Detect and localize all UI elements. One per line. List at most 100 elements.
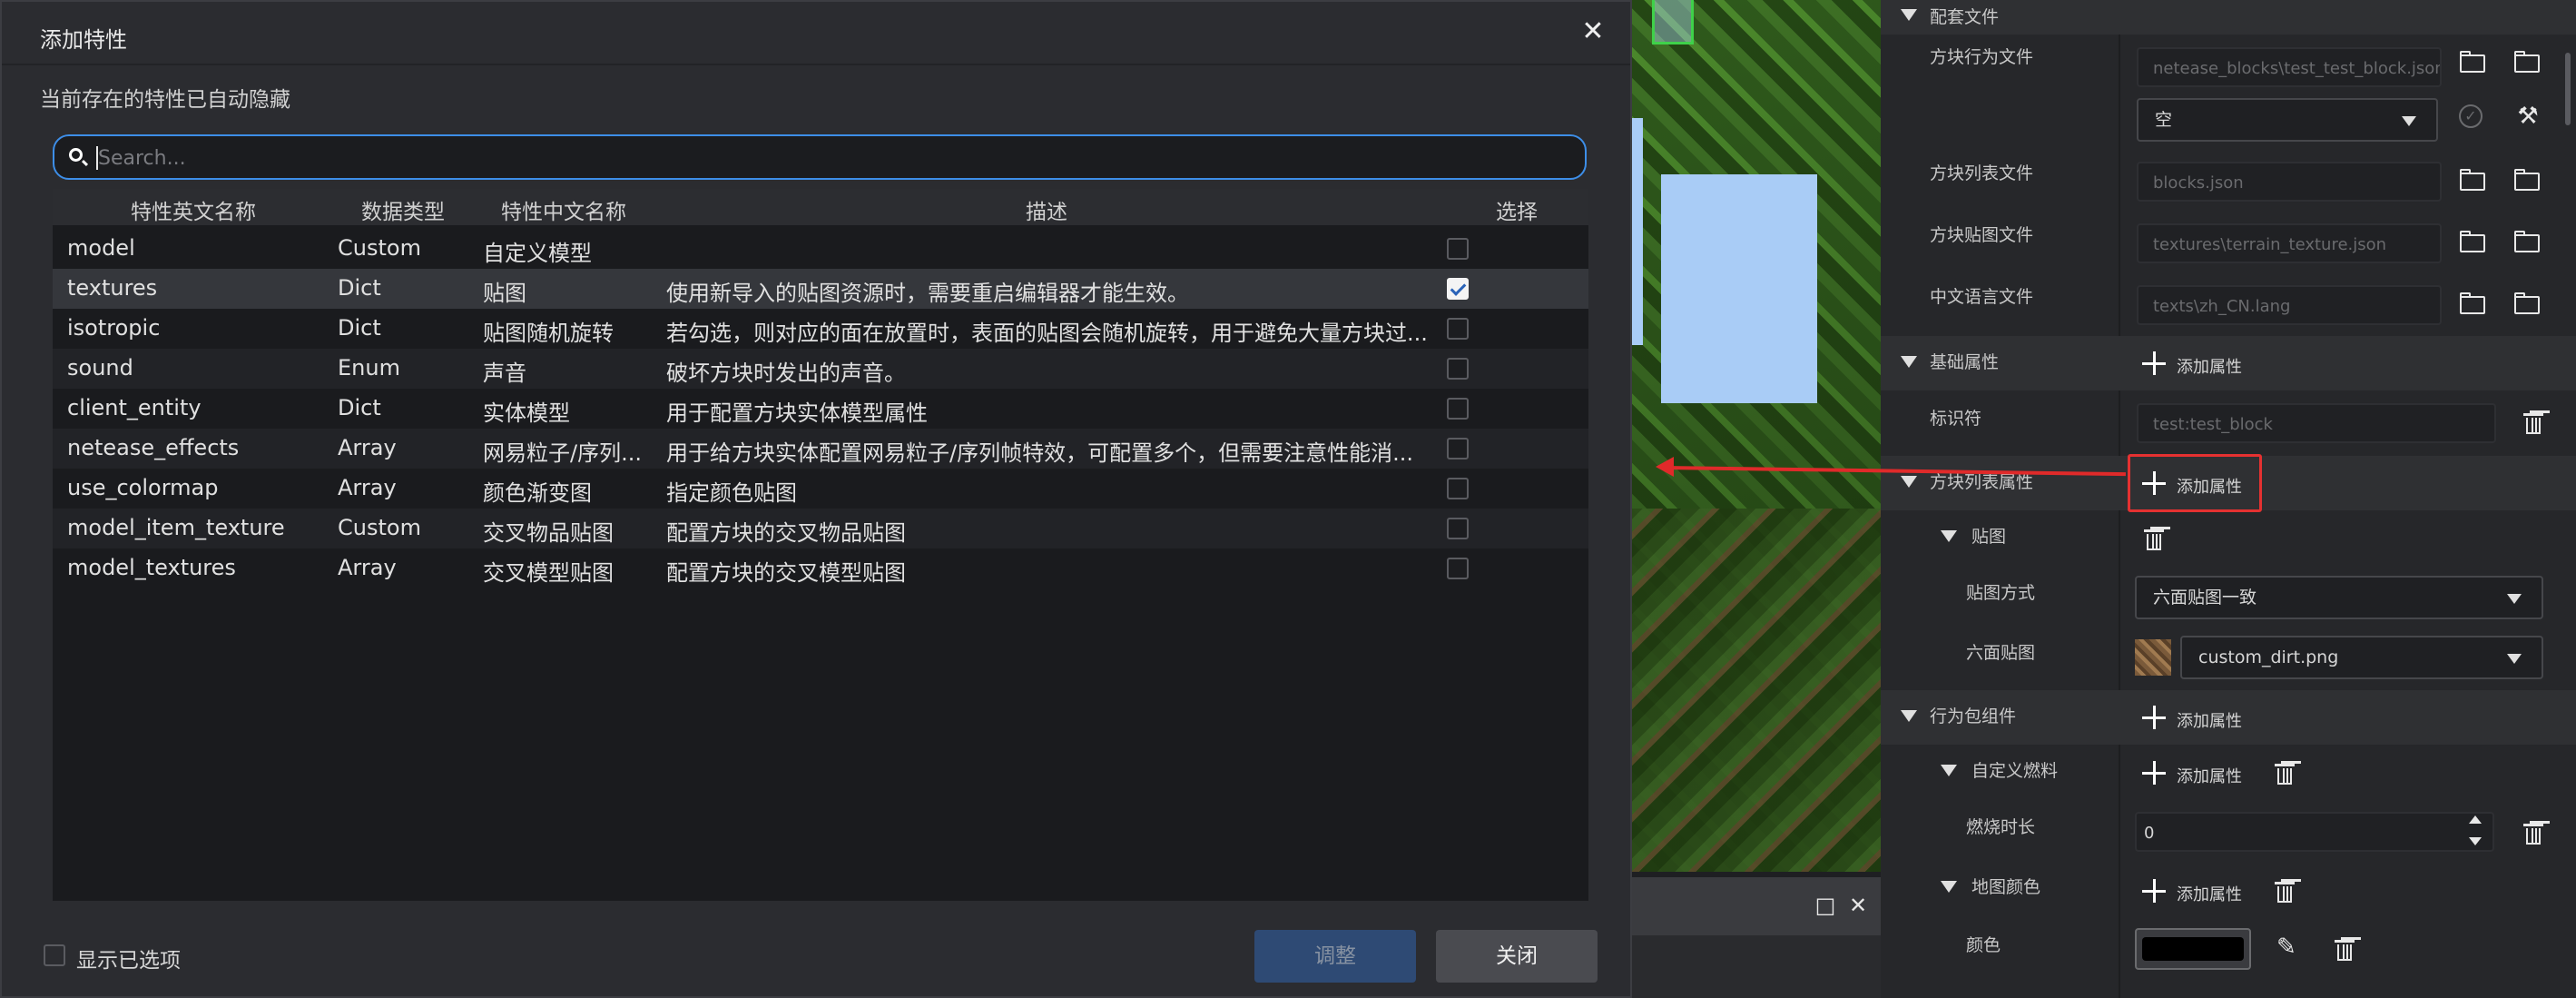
folder-icon[interactable] (2460, 169, 2489, 193)
select-checkbox[interactable] (1447, 358, 1469, 380)
eyedropper-icon[interactable]: ✎ (2276, 934, 2296, 961)
close-button[interactable]: 关闭 (1436, 930, 1598, 983)
blocks-file-field[interactable]: blocks.json (2137, 162, 2442, 202)
section-behavior[interactable]: 行为包组件 添加属性 (1881, 690, 2576, 745)
behavior-select[interactable]: 空 (2137, 98, 2438, 142)
trait-cn-name: 交叉模型贴图 (483, 560, 614, 586)
trait-desc: 若勾选，则对应的面在放置时，表面的贴图会随机旋转，用于避免大量方块过... (666, 321, 1428, 346)
trait-type: Custom (338, 515, 421, 540)
select-checkbox[interactable] (1447, 558, 1469, 579)
trait-type: Array (338, 555, 397, 580)
close-icon[interactable]: ✕ (1578, 16, 1608, 47)
select-checkbox[interactable] (1447, 478, 1469, 499)
dialog-hint: 当前存在的特性已自动隐藏 (40, 88, 290, 112)
color-swatch (2142, 937, 2244, 961)
column-header: 特性英文名称 (131, 201, 256, 224)
folder-icon[interactable] (2460, 51, 2489, 74)
spin-down-icon[interactable] (2469, 837, 2482, 845)
annotation-arrowhead (1656, 457, 1674, 477)
expand-triangle-icon[interactable] (1941, 881, 1957, 893)
select-checkbox[interactable] (1447, 238, 1469, 260)
select-checkbox[interactable] (1447, 438, 1469, 459)
texture-mode-label: 贴图方式 (1966, 583, 2036, 603)
table-row[interactable]: use_colormap Array 颜色渐变图 指定颜色贴图 (53, 469, 1588, 509)
select-checkbox[interactable] (1447, 278, 1469, 300)
trait-type: Array (338, 435, 397, 460)
select-checkbox[interactable] (1447, 398, 1469, 420)
table-row[interactable]: model Custom 自定义模型 (53, 229, 1588, 269)
chevron-down-icon (2507, 654, 2522, 664)
column-header: 描述 (1026, 201, 1067, 224)
search-box[interactable] (53, 134, 1587, 180)
trait-desc: 用于给方块实体配置网易粒子/序列帧特效，可配置多个，但需要注意性能消... (666, 440, 1413, 466)
map-color-label: 地图颜色 (1971, 877, 2041, 897)
check-circle-icon[interactable]: ✓ (2459, 104, 2483, 128)
spin-up-icon[interactable] (2469, 815, 2482, 824)
open-folder-icon[interactable] (2514, 292, 2543, 316)
open-folder-icon[interactable] (2514, 51, 2543, 74)
trait-type: Dict (338, 315, 381, 341)
trash-icon[interactable] (2275, 879, 2295, 903)
transform-gizmo[interactable] (1652, 0, 1694, 44)
highlight-annotation (2128, 454, 2262, 512)
section-config-files[interactable]: 配套文件 (1881, 0, 2576, 35)
trash-icon[interactable] (2523, 410, 2543, 434)
trait-cn-name: 声音 (483, 361, 526, 386)
trait-cn-name: 颜色渐变图 (483, 480, 592, 506)
table-row[interactable]: isotropic Dict 贴图随机旋转 若勾选，则对应的面在放置时，表面的贴… (53, 309, 1588, 349)
trash-icon[interactable] (2335, 937, 2355, 961)
chevron-down-icon (2402, 116, 2416, 126)
table-row[interactable]: netease_effects Array 网易粒子/序列... 用于给方块实体… (53, 429, 1588, 469)
trash-icon[interactable] (2275, 761, 2295, 785)
trait-desc: 配置方块的交叉模型贴图 (666, 560, 906, 586)
open-folder-icon[interactable] (2514, 231, 2543, 254)
trash-icon[interactable] (2523, 821, 2543, 845)
section-basic[interactable]: 基础属性 添加属性 (1881, 336, 2576, 390)
show-selected-label: 显示已选项 (76, 949, 181, 973)
identifier-field[interactable]: test:test_block (2137, 403, 2496, 443)
behavior-file-field[interactable]: netease_blocks\test_test_block.json (2137, 47, 2442, 87)
table-row[interactable]: client_entity Dict 实体模型 用于配置方块实体模型属性 (53, 389, 1588, 429)
select-checkbox[interactable] (1447, 518, 1469, 539)
trait-type: Dict (338, 395, 381, 420)
table-row[interactable]: model_item_texture Custom 交叉物品贴图 配置方块的交叉… (53, 509, 1588, 548)
table-row[interactable]: model_textures Array 交叉模型贴图 配置方块的交叉模型贴图 (53, 548, 1588, 588)
identifier-label: 标识符 (1930, 409, 1982, 429)
lang-file-field[interactable]: texts\zh_CN.lang (2137, 285, 2442, 325)
burn-duration-field[interactable]: 0 (2135, 812, 2494, 852)
close-icon[interactable]: ✕ (1846, 894, 1870, 917)
plus-icon (2142, 879, 2166, 903)
search-icon (69, 148, 83, 162)
game-viewport[interactable] (1625, 0, 1881, 872)
trait-en-name: model (67, 235, 135, 261)
six-face-texture-label: 六面贴图 (1966, 643, 2036, 663)
adjust-button[interactable]: 调整 (1254, 930, 1416, 983)
six-face-texture-select[interactable]: custom_dirt.png (2180, 636, 2543, 679)
table-row[interactable]: textures Dict 贴图 使用新导入的贴图资源时，需要重启编辑器才能生效… (53, 269, 1588, 309)
table-row[interactable]: sound Enum 声音 破坏方块时发出的声音。 (53, 349, 1588, 389)
folder-icon[interactable] (2460, 231, 2489, 254)
trait-desc: 使用新导入的贴图资源时，需要重启编辑器才能生效。 (666, 281, 1189, 306)
search-input[interactable] (96, 142, 1552, 174)
expand-triangle-icon[interactable] (1941, 530, 1957, 542)
texture-file-field[interactable]: textures\terrain_texture.json (2137, 223, 2442, 263)
expand-triangle-icon[interactable] (1941, 765, 1957, 776)
color-swatch-button[interactable] (2135, 928, 2251, 970)
scrollbar[interactable] (2565, 53, 2571, 125)
trait-type: Enum (338, 355, 400, 380)
trait-en-name: sound (67, 355, 133, 380)
folder-icon[interactable] (2460, 292, 2489, 316)
trait-cn-name: 交叉物品贴图 (483, 520, 614, 546)
open-folder-icon[interactable] (2514, 169, 2543, 193)
maximize-icon[interactable]: □ (1814, 894, 1837, 917)
add-trait-dialog: 添加特性 ✕ 当前存在的特性已自动隐藏 特性英文名称 数据类型 特性中文名称 描… (0, 0, 1632, 998)
expand-triangle-icon (1901, 356, 1917, 368)
color-label: 颜色 (1966, 935, 2001, 955)
foliage-ground (1625, 509, 1881, 872)
broom-icon[interactable]: ⚒ (2516, 102, 2540, 131)
show-selected-checkbox[interactable] (44, 944, 65, 966)
select-checkbox[interactable] (1447, 318, 1469, 340)
trash-icon[interactable] (2144, 527, 2164, 550)
texture-mode-select[interactable]: 六面贴图一致 (2135, 576, 2543, 619)
expand-triangle-icon (1901, 9, 1917, 21)
